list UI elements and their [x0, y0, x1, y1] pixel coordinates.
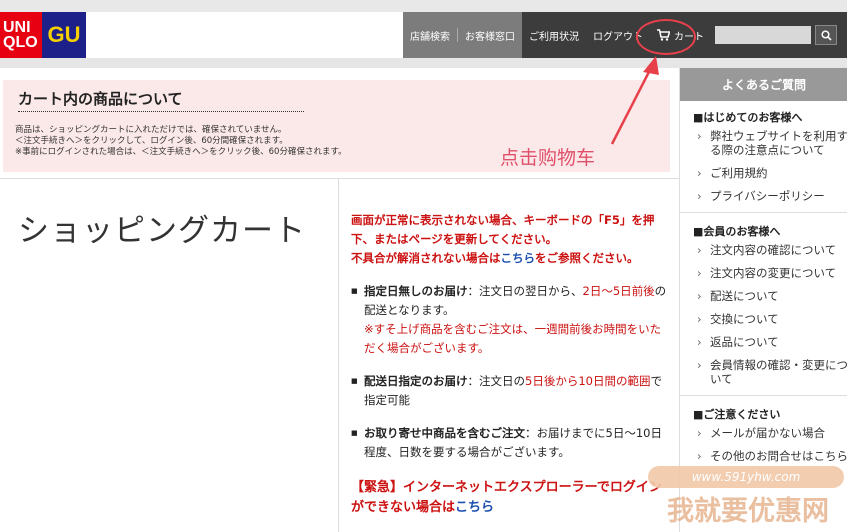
faq-section-title: ■ご注意ください	[693, 408, 781, 421]
nav-group-info: 店舗検索 お客様窓口	[403, 12, 522, 58]
warning-line: 画面が正常に表示されない場合、キーボードの「F5」を押下、またはページを更新して…	[351, 213, 655, 246]
cart-highlight-circle	[636, 19, 696, 55]
content-divider	[0, 178, 679, 179]
faq-list: メールが届かない場合 その他のお問合せはこちら	[680, 426, 847, 463]
bullet-highlight: 5日後から10日間の範囲	[525, 374, 651, 388]
bullet-note: ※すそ上げ商品を含むご注文は、一週間前後お時間をいただく場合がございます。	[364, 322, 662, 355]
delivery-info-item: お取り寄せ中商品を含むご注文：お届けまでに5日～10日程度、日数を要する場合がご…	[351, 424, 671, 462]
search-icon	[820, 29, 832, 41]
uniqlo-logo-line2: QLO	[3, 34, 38, 51]
faq-link[interactable]: メールが届かない場合	[697, 426, 847, 440]
warning-line-2: 不具合が解消されない場合はこちらをご参照ください。	[351, 249, 671, 268]
urgent-link[interactable]: こちら	[455, 500, 494, 515]
faq-link[interactable]: プライバシーポリシー	[697, 189, 847, 203]
notice-line: 商品は、ショッピングカートに入れただけでは、確保されていません。	[15, 125, 287, 135]
faq-link[interactable]: 会員情報の確認・変更について	[697, 358, 847, 386]
urgent-text: 【緊急】インターネットエクスプローラーでログインができない場合は	[351, 480, 662, 515]
bullet-heading: お取り寄せ中商品を含むご注文	[364, 426, 525, 440]
section-divider	[680, 212, 847, 213]
faq-header: よくあるご質問	[680, 68, 847, 101]
bullet-text: ：注文日の翌日から、	[467, 284, 583, 298]
faq-link[interactable]: 返品について	[697, 335, 847, 349]
notice-line: ※事前にログインされた場合は、＜注文手続きへ＞をクリック後、60分確保されます。	[15, 147, 347, 157]
notice-title: カート内の商品について	[18, 88, 304, 112]
bullet-text: ：注文日の	[467, 374, 526, 388]
column-divider	[338, 178, 339, 532]
uniqlo-logo[interactable]: UNI QLO	[0, 12, 42, 58]
bullet-highlight: 2日～5日前後	[582, 284, 655, 298]
display-warning: 画面が正常に表示されない場合、キーボードの「F5」を押下、またはページを更新して…	[351, 211, 671, 268]
top-strip	[0, 0, 847, 12]
faq-sidebar: よくあるご質問 ■はじめてのお客様へ 弊社ウェブサイトを利用する際の注意点につい…	[679, 68, 847, 532]
faq-link[interactable]: 注文内容の変更について	[697, 266, 847, 280]
page-title: ショッピングカート	[18, 213, 306, 249]
faq-link[interactable]: ご利用規約	[697, 166, 847, 180]
warning-text-end: をご参照ください。	[535, 251, 639, 265]
header-divider-bar	[0, 58, 847, 68]
faq-section-title: ■会員のお客様へ	[693, 225, 781, 238]
faq-link[interactable]: 配送について	[697, 289, 847, 303]
search-input[interactable]	[715, 26, 811, 44]
delivery-info-item: 配送日指定のお届け：注文日の5日後から10日間の範囲で指定可能	[351, 372, 671, 410]
watermark-text: 我就要优惠网	[667, 495, 829, 527]
faq-list: 注文内容の確認について 注文内容の変更について 配送について 交換について 返品…	[680, 243, 847, 386]
nav-customer-service[interactable]: お客様窓口	[458, 28, 522, 43]
notice-body: 商品は、ショッピングカートに入れただけでは、確保されていません。 ＜注文手続きへ…	[15, 125, 347, 158]
notice-line: ＜注文手続きへ＞をクリックして、ログイン後、60分間確保されます。	[15, 136, 288, 146]
gu-logo[interactable]: GU	[42, 12, 86, 58]
faq-list: 弊社ウェブサイトを利用する際の注意点について ご利用規約 プライバシーポリシー	[680, 129, 847, 203]
nav-store-search[interactable]: 店舗検索	[403, 28, 457, 43]
faq-link[interactable]: 弊社ウェブサイトを利用する際の注意点について	[697, 129, 847, 157]
faq-link[interactable]: 交換について	[697, 312, 847, 326]
annotation-text: 点击购物车	[500, 147, 596, 169]
search-button[interactable]	[815, 25, 837, 45]
gu-logo-text: GU	[47, 22, 81, 47]
warning-link[interactable]: こちら	[501, 251, 536, 265]
delivery-info-item: 指定日無しのお届け：注文日の翌日から、2日～5日前後の配送となります。 ※すそ上…	[351, 282, 671, 358]
section-divider	[680, 395, 847, 396]
faq-section-title: ■はじめてのお客様へ	[693, 111, 803, 124]
search-area	[703, 12, 847, 58]
watermark-url: www.591yhw.com	[648, 466, 844, 488]
warning-text: 不具合が解消されない場合は	[351, 251, 501, 265]
bullet-heading: 配送日指定のお届け	[364, 374, 468, 388]
faq-link[interactable]: 注文内容の確認について	[697, 243, 847, 257]
faq-link[interactable]: その他のお問合せはこちら	[697, 449, 847, 463]
uniqlo-logo-line1: UNI	[3, 19, 31, 36]
urgent-notice: 【緊急】インターネットエクスプローラーでログインができない場合はこちら	[351, 478, 671, 518]
info-column: 画面が正常に表示されない場合、キーボードの「F5」を押下、またはページを更新して…	[351, 211, 671, 518]
nav-usage-status[interactable]: ご利用状況	[522, 28, 586, 43]
bullet-heading: 指定日無しのお届け	[364, 284, 468, 298]
